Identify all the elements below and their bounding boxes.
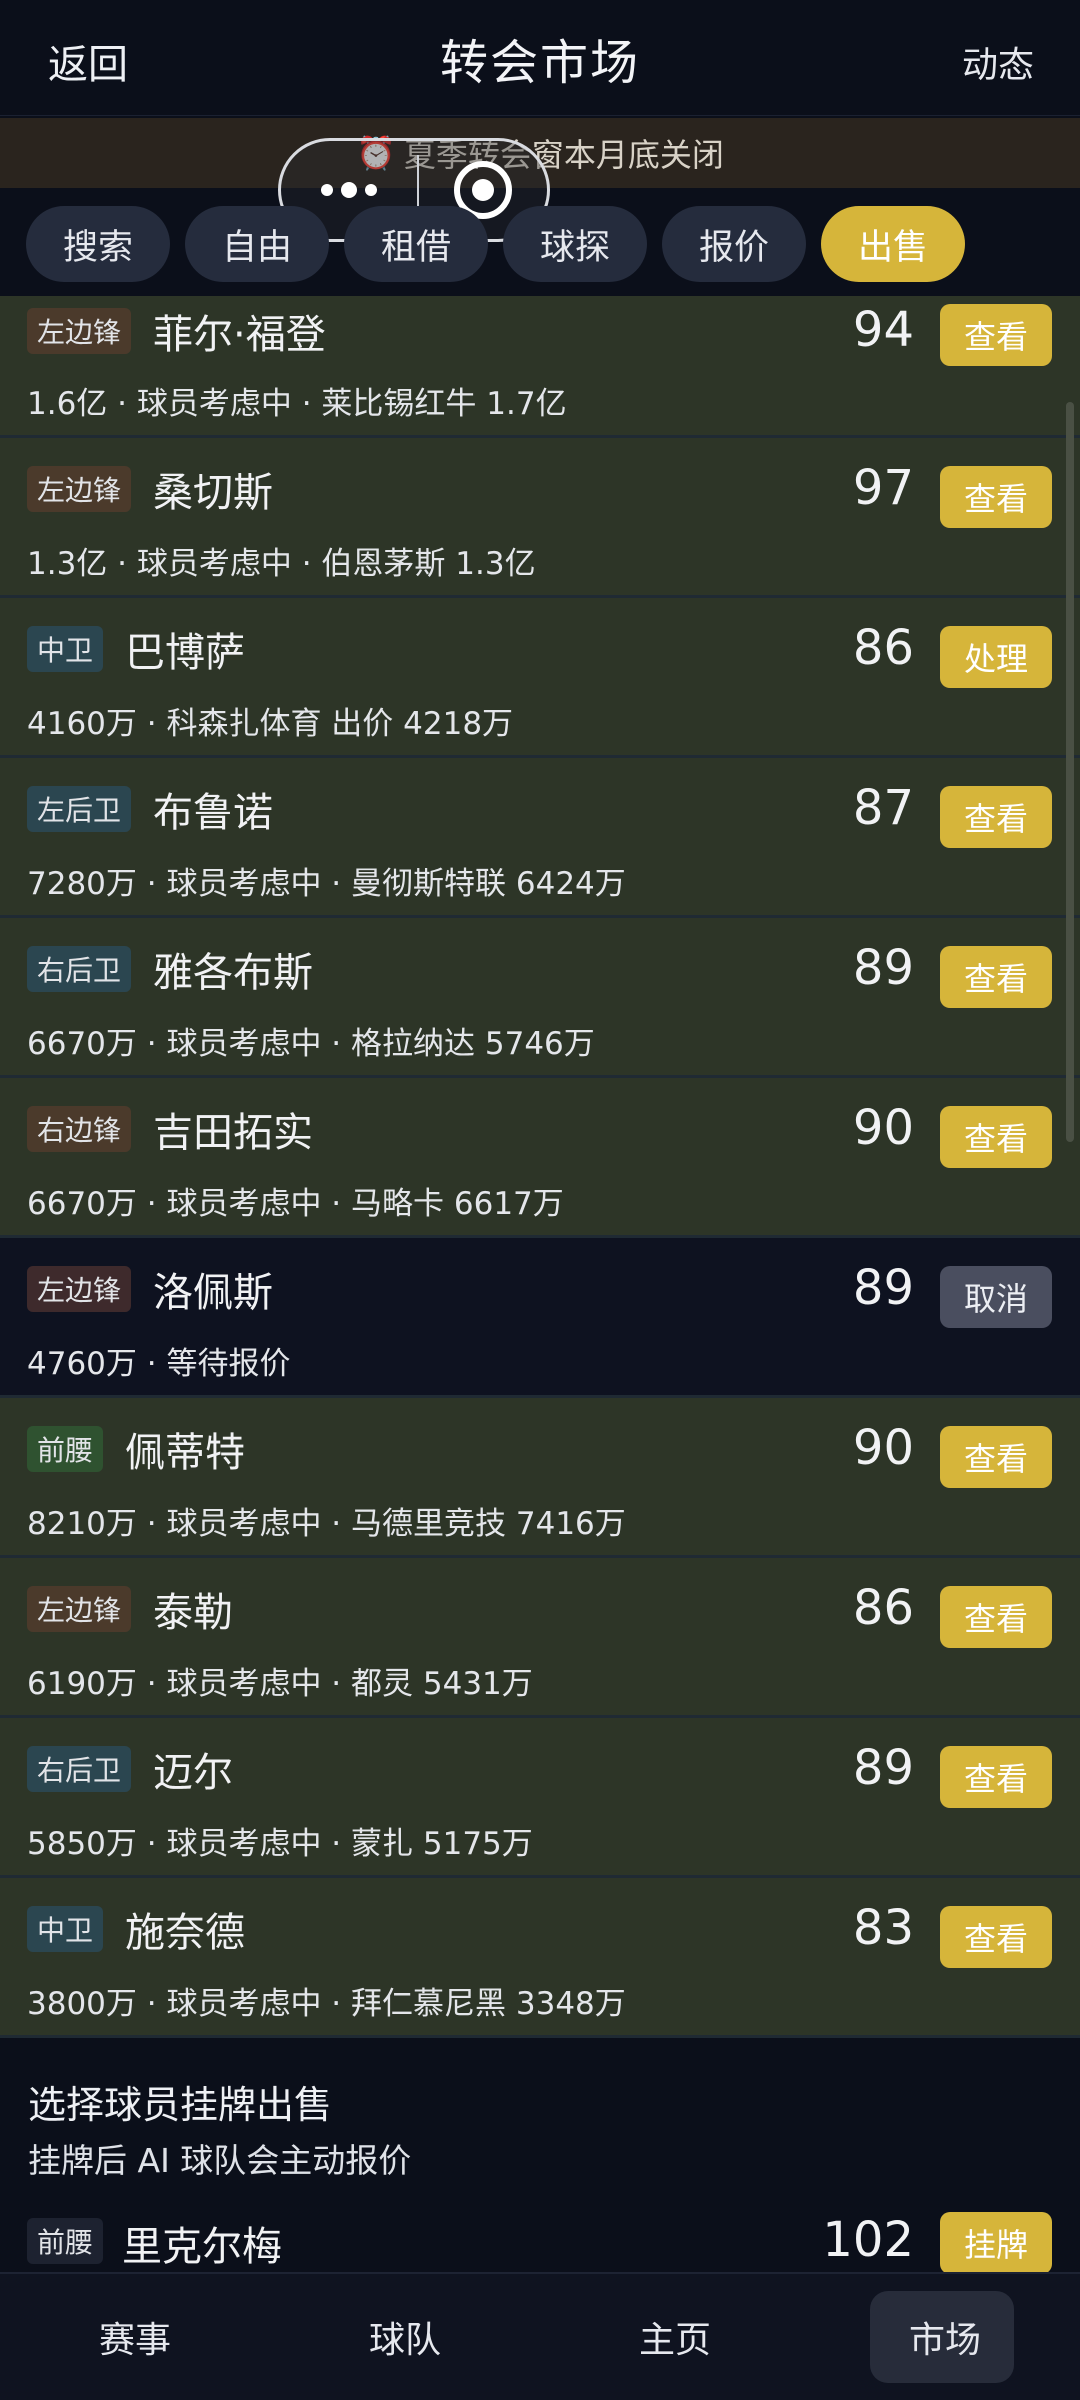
offer-info: 3800万 · 球员考虑中 · 拜仁慕尼黑 3348万 [27, 1986, 626, 2022]
nav-label: 赛事 [98, 2320, 171, 2361]
player-name: 佩蒂特 [125, 1430, 246, 1476]
position-badge: 左边锋 [27, 466, 132, 512]
table-row[interactable]: 左边锋 洛佩斯 89 取消 4760万 · 等待报价 [0, 1238, 1080, 1398]
offer-info: 1.3亿 · 球员考虑中 · 伯恩茅斯 1.3亿 [27, 546, 536, 582]
player-rating: 90 [852, 1100, 914, 1156]
scrollbar[interactable] [1066, 402, 1074, 1142]
player-rating: 90 [852, 1420, 914, 1476]
tab-free[interactable]: 自由 [185, 206, 329, 282]
offer-info: 6190万 · 球员考虑中 · 都灵 5431万 [27, 1666, 533, 1702]
table-row[interactable]: 左边锋 菲尔·福登 94 查看 1.6亿 · 球员考虑中 · 莱比锡红牛 1.7亿 [0, 296, 1080, 438]
nav-market[interactable]: 市场 [810, 2273, 1080, 2400]
offer-info: 4760万 · 等待报价 [27, 1346, 291, 1382]
view-button[interactable]: 查看 [940, 1106, 1052, 1168]
nav-home[interactable]: 主页 [540, 2273, 810, 2400]
position-badge: 中卫 [27, 1906, 104, 1952]
table-row[interactable]: 中卫 施奈德 83 查看 3800万 · 球员考虑中 · 拜仁慕尼黑 3348万 [0, 1878, 1080, 2038]
player-rating: 89 [852, 1740, 914, 1796]
page-title: 转会市场 [439, 34, 640, 91]
view-button[interactable]: 查看 [940, 1906, 1052, 1968]
player-rating: 89 [852, 940, 914, 996]
table-row[interactable]: 左边锋 泰勒 86 查看 6190万 · 球员考虑中 · 都灵 5431万 [0, 1558, 1080, 1718]
position-badge: 右后卫 [27, 946, 132, 992]
position-badge: 左边锋 [27, 1586, 132, 1632]
player-name: 巴博萨 [125, 630, 246, 676]
player-name: 布鲁诺 [153, 790, 274, 836]
view-button[interactable]: 查看 [940, 466, 1052, 528]
offer-info: 6670万 · 球员考虑中 · 格拉纳达 5746万 [27, 1026, 595, 1062]
player-list: 左边锋 菲尔·福登 94 查看 1.6亿 · 球员考虑中 · 莱比锡红牛 1.7亿 左边锋… [0, 296, 1080, 2038]
player-name: 施奈德 [125, 1910, 246, 1956]
player-rating: 86 [852, 1580, 914, 1636]
sell-section: 选择球员挂牌出售 挂牌后 AI 球队会主动报价 前腰 里克尔梅 102 [0, 2044, 1080, 2274]
handle-offer-button[interactable]: 处理 [940, 626, 1052, 688]
player-rating: 87 [852, 780, 914, 836]
player-name: 菲尔·福登 [153, 312, 326, 358]
offer-info: 1.6亿 · 球员考虑中 · 莱比锡红牛 1.7亿 [27, 386, 567, 422]
view-button[interactable]: 查看 [940, 1586, 1052, 1648]
list-item[interactable]: 前腰 里克尔梅 102 [0, 2204, 1080, 2276]
nav-matches[interactable]: 赛事 [0, 2273, 270, 2400]
position-badge: 右后卫 [27, 1746, 132, 1792]
player-rating: 102 [822, 2212, 914, 2268]
offer-info: 5850万 · 球员考虑中 · 蒙扎 5175万 [27, 1826, 533, 1862]
player-name: 吉田拓实 [153, 1110, 314, 1156]
position-badge: 右边锋 [27, 1106, 132, 1152]
view-button[interactable]: 查看 [940, 304, 1052, 366]
nav-label: 市场 [908, 2320, 981, 2361]
position-badge: 前腰 [27, 1426, 104, 1472]
table-row[interactable]: 右边锋 吉田拓实 90 查看 6670万 · 球员考虑中 · 马略卡 6617万 [0, 1078, 1080, 1238]
nav-label: 主页 [638, 2320, 711, 2361]
player-rating: 86 [852, 620, 914, 676]
position-badge: 中卫 [27, 626, 104, 672]
offer-info: 7280万 · 球员考虑中 · 曼彻斯特联 6424万 [27, 866, 626, 902]
news-button[interactable]: 动态 [962, 36, 1034, 88]
table-row[interactable]: 右后卫 迈尔 89 查看 5850万 · 球员考虑中 · 蒙扎 5175万 [0, 1718, 1080, 1878]
table-row[interactable]: 中卫 巴博萨 86 处理 4160万 · 科森扎体育 出价 4218万 [0, 598, 1080, 758]
table-row[interactable]: 前腰 佩蒂特 90 查看 8210万 · 球员考虑中 · 马德里竞技 7416万 [0, 1398, 1080, 1558]
position-badge: 左后卫 [27, 786, 132, 832]
player-name: 迈尔 [153, 1750, 234, 1796]
nav-label: 球队 [368, 2320, 441, 2361]
sell-heading: 选择球员挂牌出售 [28, 2083, 333, 2127]
market-tabs: 搜索 自由 租借 球探 报价 出售 [26, 206, 1066, 282]
position-badge: 前腰 [27, 2218, 104, 2264]
player-rating: 97 [852, 460, 914, 516]
player-rating: 83 [852, 1900, 914, 1956]
table-row[interactable]: 左后卫 布鲁诺 87 查看 7280万 · 球员考虑中 · 曼彻斯特联 6424万 [0, 758, 1080, 918]
player-name: 桑切斯 [153, 470, 274, 516]
offer-info: 4160万 · 科森扎体育 出价 4218万 [27, 706, 514, 742]
cancel-button[interactable]: 取消 [940, 1266, 1052, 1328]
table-row[interactable]: 左边锋 桑切斯 97 查看 1.3亿 · 球员考虑中 · 伯恩茅斯 1.3亿 [0, 438, 1080, 598]
tab-search[interactable]: 搜索 [26, 206, 170, 282]
sell-subheading: 挂牌后 AI 球队会主动报价 [28, 2141, 412, 2180]
offer-info: 6670万 · 球员考虑中 · 马略卡 6617万 [27, 1186, 564, 1222]
player-name: 里克尔梅 [122, 2224, 282, 2270]
top-bar: 返回 转会市场 动态 [0, 0, 1080, 116]
list-for-sale-button[interactable]: 挂牌 [940, 2212, 1052, 2274]
tab-scout[interactable]: 球探 [503, 206, 647, 282]
table-row[interactable]: 右后卫 雅各布斯 89 查看 6670万 · 球员考虑中 · 格拉纳达 5746万 [0, 918, 1080, 1078]
offer-info: 8210万 · 球员考虑中 · 马德里竞技 7416万 [27, 1506, 626, 1542]
player-rating: 89 [852, 1260, 914, 1316]
bottom-nav: 赛事 球队 主页 市场 [0, 2272, 1080, 2400]
position-badge: 左边锋 [27, 308, 132, 354]
player-name: 洛佩斯 [153, 1270, 274, 1316]
view-button[interactable]: 查看 [940, 1426, 1052, 1488]
player-name: 泰勒 [153, 1590, 234, 1636]
nav-team[interactable]: 球队 [270, 2273, 540, 2400]
back-button[interactable]: 返回 [48, 32, 128, 90]
player-name: 雅各布斯 [153, 950, 314, 996]
player-rating: 94 [852, 302, 914, 358]
tab-loan[interactable]: 租借 [344, 206, 488, 282]
view-button[interactable]: 查看 [940, 786, 1052, 848]
position-badge: 左边锋 [27, 1266, 132, 1312]
view-button[interactable]: 查看 [940, 946, 1052, 1008]
view-button[interactable]: 查看 [940, 1746, 1052, 1808]
tab-sell[interactable]: 出售 [821, 206, 965, 282]
tab-offers[interactable]: 报价 [662, 206, 806, 282]
